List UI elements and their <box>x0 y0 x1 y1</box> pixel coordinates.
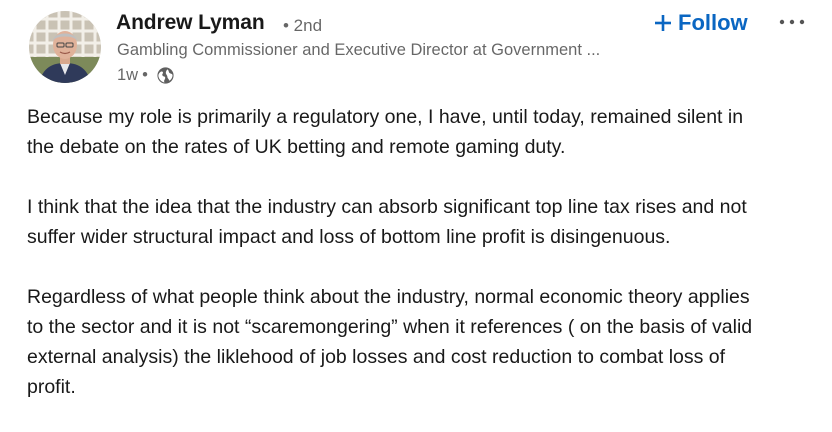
plus-icon <box>654 14 672 32</box>
ellipsis-icon[interactable] <box>774 8 810 36</box>
meta-separator: • <box>142 65 148 84</box>
post-meta: 1w • <box>117 64 175 86</box>
author-headline[interactable]: Gambling Commissioner and Executive Dire… <box>117 41 645 60</box>
connection-degree: • 2nd <box>283 16 323 35</box>
follow-label: Follow <box>678 10 748 35</box>
post-paragraph: Because my role is primarily a regulator… <box>27 106 744 158</box>
follow-button[interactable]: Follow <box>646 6 756 40</box>
post-paragraph: Regardless of what people think about th… <box>27 286 753 398</box>
feed-post: Andrew Lyman • 2nd Gambling Commissioner… <box>0 0 832 411</box>
globe-icon <box>156 66 175 85</box>
author-photo <box>29 11 101 83</box>
post-time: 1w <box>117 65 139 84</box>
author-avatar[interactable] <box>29 11 101 83</box>
post-paragraph: I think that the idea that the industry … <box>27 196 747 248</box>
author-name[interactable]: Andrew Lyman <box>116 11 265 35</box>
post-body: Because my role is primarily a regulator… <box>27 102 827 432</box>
